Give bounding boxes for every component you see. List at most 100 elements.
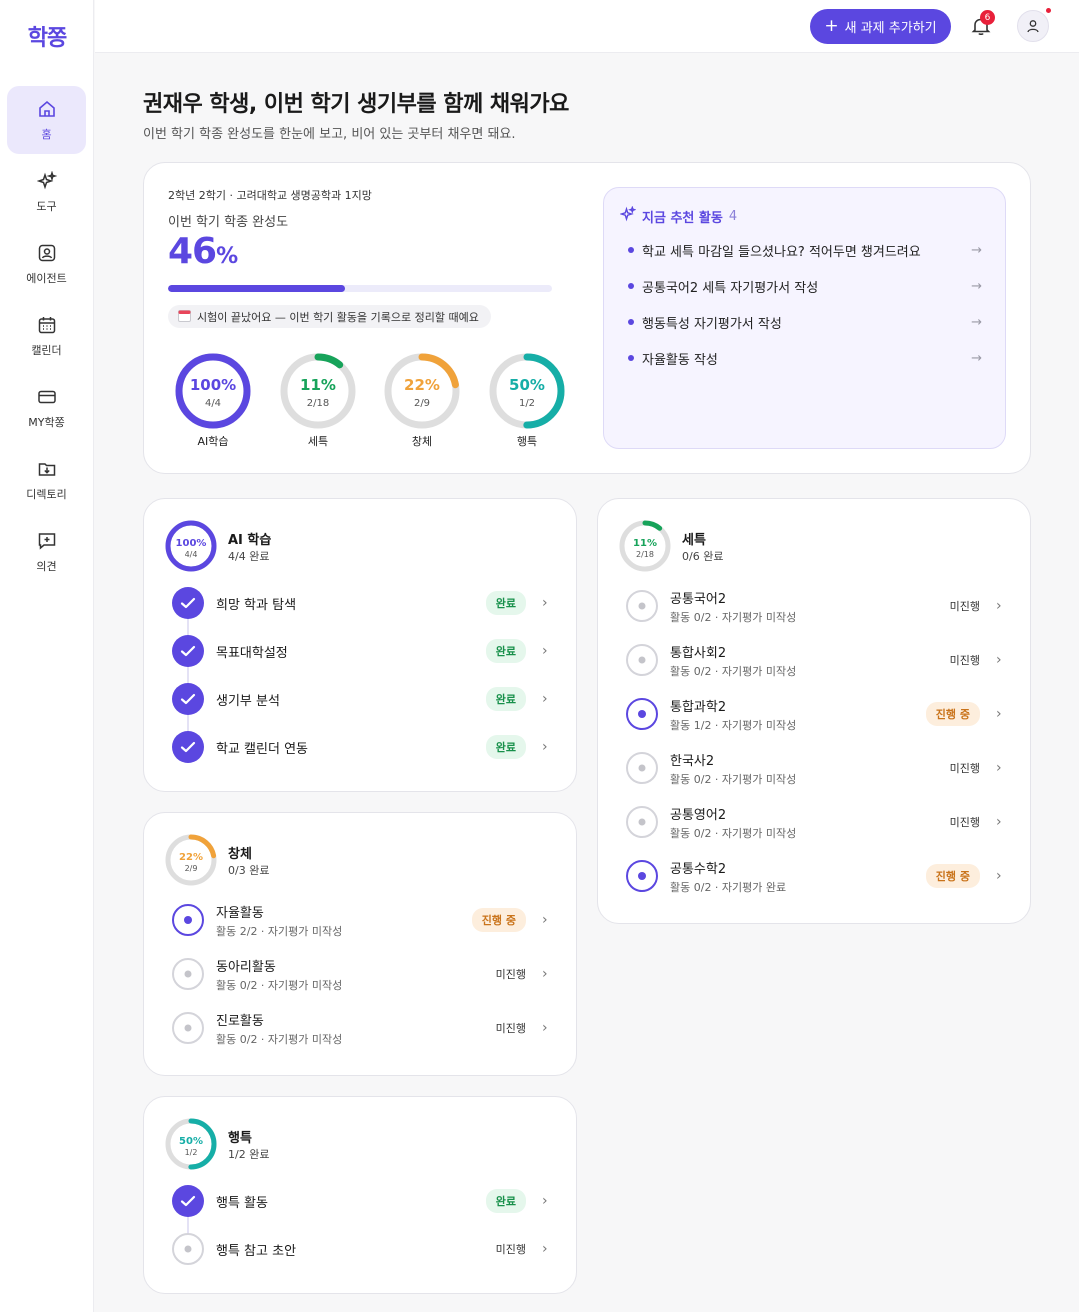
empty-circle-icon <box>626 644 658 676</box>
sidebar-item-feedback[interactable]: 의견 <box>7 518 86 586</box>
ring-seteuk-label: 세특 <box>307 435 329 448</box>
list-item[interactable]: 통합사회2 활동 0/2 · 자기평가 미작성 미진행 › <box>626 640 1006 680</box>
arrow-right-icon: → <box>971 314 982 330</box>
list-item-title: 희망 학과 탐색 <box>216 597 297 613</box>
list-item-title: 학교 캘린더 연동 <box>216 741 308 757</box>
sidebar-item-agent[interactable]: 에이전트 <box>7 230 86 298</box>
chevron-right-icon: › <box>542 739 548 755</box>
list-item[interactable]: 동아리활동 활동 0/2 · 자기평가 미작성 미진행 › <box>172 954 552 994</box>
list-item[interactable]: 생기부 분석 완료 › <box>172 679 552 719</box>
haengteuk-card: 50% 1/2 행특 1/2 완료 행특 활동 완료 › 행특 참고 초안 미진… <box>143 1096 577 1294</box>
student-meta: 2학년 2학기 · 고려대학교 생명공학과 1지망 <box>168 189 372 202</box>
status-badge: 완료 <box>485 639 526 663</box>
status-badge: 미진행 <box>495 968 526 981</box>
list-item[interactable]: 통합과학2 활동 1/2 · 자기평가 미작성 진행 중 › <box>626 694 1006 734</box>
recommend-panel: 지금 추천 활동 4 학교 세특 마감일 들으셨나요? 적어두면 챙겨드려요 → … <box>603 187 1006 449</box>
list-item-sub: 활동 0/2 · 자기평가 미작성 <box>670 772 797 786</box>
list-item[interactable]: 학교 캘린더 연동 완료 › <box>172 727 552 767</box>
chevron-right-icon: › <box>542 1193 548 1209</box>
ring-seteuk[interactable]: 11% 2/18 세특 <box>273 351 363 449</box>
list-item[interactable]: 공통수학2 활동 0/2 · 자기평가 완료 진행 중 › <box>626 856 1006 896</box>
list-item[interactable]: 공통영어2 활동 0/2 · 자기평가 미작성 미진행 › <box>626 802 1006 842</box>
list-item-sub: 활동 0/2 · 자기평가 미작성 <box>670 664 797 678</box>
sparkles-icon <box>36 170 58 192</box>
list-item[interactable]: 행특 활동 완료 › <box>172 1181 552 1221</box>
recommend-count: 4 <box>728 208 738 224</box>
list-item[interactable]: 진로활동 활동 0/2 · 자기평가 미작성 미진행 › <box>172 1008 552 1048</box>
summary-card: 2학년 2학기 · 고려대학교 생명공학과 1지망 이번 학기 학종 완성도 4… <box>143 162 1031 474</box>
list-item[interactable]: 공통국어2 활동 0/2 · 자기평가 미작성 미진행 › <box>626 586 1006 626</box>
list-item[interactable]: 자율활동 활동 2/2 · 자기평가 미작성 진행 중 › <box>172 900 552 940</box>
sidebar-item-directory[interactable]: 디렉토리 <box>7 446 86 514</box>
ring-ai-pct: 100% <box>190 376 236 394</box>
avatar[interactable] <box>1017 10 1049 42</box>
in-progress-circle-icon <box>172 904 204 936</box>
sidebar-item-tools[interactable]: 도구 <box>7 158 86 226</box>
list-item[interactable]: 행특 참고 초안 미진행 › <box>172 1229 552 1269</box>
recommend-item[interactable]: 자율활동 작성 → <box>628 346 982 370</box>
chevron-right-icon: › <box>996 652 1002 668</box>
chevron-right-icon: › <box>542 1020 548 1036</box>
status-badge: 완료 <box>485 735 526 759</box>
status-badge: 완료 <box>485 1189 526 1213</box>
completion-label: 이번 학기 학종 완성도 <box>168 215 289 230</box>
completion-progress-fill <box>168 285 345 292</box>
sidebar-item-my[interactable]: MY학쫑 <box>7 374 86 442</box>
sidebar-item-calendar[interactable]: 캘린더 <box>7 302 86 370</box>
completion-percent: 46% <box>168 231 238 272</box>
list-item-title: 행특 활동 <box>216 1195 268 1211</box>
arrow-right-icon: → <box>971 242 982 258</box>
recommend-item[interactable]: 학교 세특 마감일 들으셨나요? 적어두면 챙겨드려요 → <box>628 238 982 262</box>
recommend-item-text: 학교 세특 마감일 들으셨나요? 적어두면 챙겨드려요 <box>642 244 921 260</box>
check-circle-icon <box>172 1185 204 1217</box>
list-item-sub: 활동 2/2 · 자기평가 미작성 <box>216 924 343 938</box>
ai-learning-ring-pct: 100% <box>176 538 207 549</box>
ring-haengteuk-chart: 50% 1/2 <box>489 353 565 429</box>
recommend-item-text: 행동특성 자기평가서 작성 <box>642 316 782 332</box>
status-badge: 미진행 <box>495 1022 526 1035</box>
timeline-connector <box>187 603 189 747</box>
ring-haengteuk[interactable]: 50% 1/2 행특 <box>482 351 572 449</box>
avatar-status-dot <box>1046 8 1051 13</box>
check-circle-icon <box>172 635 204 667</box>
bullet-dot <box>628 247 634 253</box>
check-circle-icon <box>172 587 204 619</box>
sidebar-item-label: 캘린더 <box>31 344 62 357</box>
new-task-button[interactable]: + 새 과제 추가하기 <box>810 9 951 44</box>
haengteuk-ring: 50% 1/2 <box>165 1118 217 1170</box>
ring-seteuk-pct: 11% <box>300 376 336 394</box>
recommend-item[interactable]: 행동특성 자기평가서 작성 → <box>628 310 982 334</box>
folder-download-icon <box>36 458 58 480</box>
list-item-title: 행특 참고 초안 <box>216 1243 297 1259</box>
ring-changche[interactable]: 22% 2/9 창체 <box>377 351 467 449</box>
status-badge: 미진행 <box>495 1243 526 1256</box>
list-item-title: 생기부 분석 <box>216 693 280 709</box>
ring-ai[interactable]: 100% 4/4 AI학습 <box>168 351 258 449</box>
sidebar-item-label: 에이전트 <box>26 272 67 285</box>
bullet-dot <box>628 319 634 325</box>
empty-circle-icon <box>626 752 658 784</box>
ring-ai-label: AI학습 <box>197 435 229 448</box>
completion-progress-bar <box>168 285 552 292</box>
list-item-title: 동아리활동 <box>216 959 276 975</box>
seteuk-ring-count: 2/18 <box>636 550 654 559</box>
list-item-sub: 활동 0/2 · 자기평가 미작성 <box>216 1032 343 1046</box>
in-progress-circle-icon <box>626 860 658 892</box>
list-item-sub: 활동 1/2 · 자기평가 미작성 <box>670 718 797 732</box>
chevron-right-icon: › <box>542 595 548 611</box>
page-title: 권재우 학생, 이번 학기 생기부를 함께 채워가요 <box>143 92 569 117</box>
list-item[interactable]: 한국사2 활동 0/2 · 자기평가 미작성 미진행 › <box>626 748 1006 788</box>
app-logo[interactable]: 학쫑 <box>0 20 94 52</box>
agent-icon <box>36 242 58 264</box>
in-progress-circle-icon <box>626 698 658 730</box>
card-icon <box>36 386 58 408</box>
feedback-icon <box>36 530 58 552</box>
ai-learning-ring-count: 4/4 <box>185 550 198 559</box>
sidebar-item-home[interactable]: 홈 <box>7 86 86 154</box>
empty-circle-icon <box>172 1012 204 1044</box>
chevron-right-icon: › <box>996 598 1002 614</box>
chevron-right-icon: › <box>542 643 548 659</box>
list-item[interactable]: 목표대학설정 완료 › <box>172 631 552 671</box>
list-item[interactable]: 희망 학과 탐색 완료 › <box>172 583 552 623</box>
recommend-item[interactable]: 공통국어2 세특 자기평가서 작성 → <box>628 274 982 298</box>
